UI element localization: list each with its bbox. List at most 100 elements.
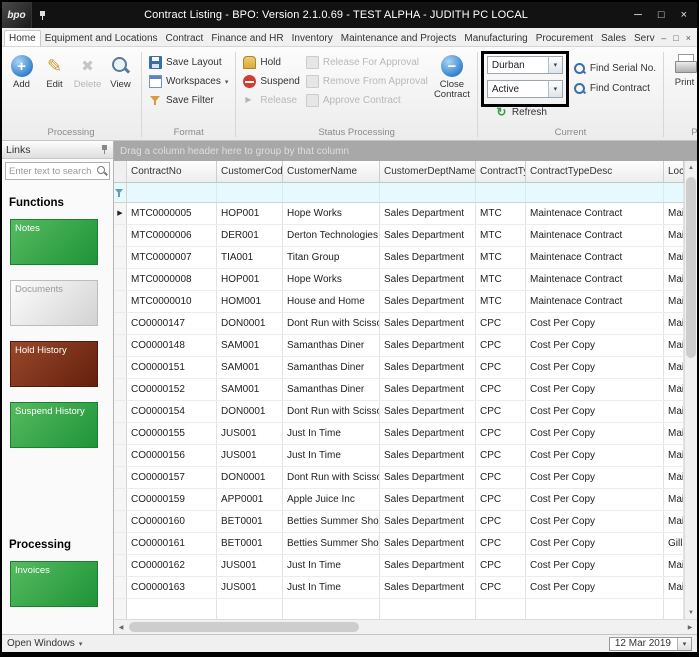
table-row[interactable]: CO0000159APP0001Apple Juice IncSales Dep…	[114, 489, 684, 511]
find-contract-button[interactable]: Find Contract	[570, 80, 659, 97]
tab-sales[interactable]: Sales	[597, 31, 630, 46]
column-header-contractno[interactable]: ContractNo	[127, 161, 217, 182]
table-row[interactable]: CO0000154DON0001Dont Run with ScissorsSa…	[114, 401, 684, 423]
chevron-down-icon[interactable]: ▾	[548, 57, 562, 73]
search-input[interactable]	[6, 166, 95, 177]
view-button[interactable]: View	[104, 51, 137, 126]
tab-procurement[interactable]: Procurement	[532, 31, 597, 46]
column-header-locatio[interactable]: Locatio	[664, 161, 684, 182]
scroll-down-icon[interactable]: ▼	[685, 606, 697, 619]
cell-customername: Just In Time	[283, 555, 380, 576]
ribbon-group-processing-label: Processing	[5, 126, 137, 140]
approve-contract-button[interactable]: Approve Contract	[303, 92, 431, 109]
print-button[interactable]: Print	[668, 51, 697, 126]
tab-finance-and-hr[interactable]: Finance and HR	[207, 31, 287, 46]
add-button-label: Add	[13, 80, 30, 90]
vertical-scrollbar[interactable]: ▲ ▼	[684, 161, 697, 619]
column-header-customername[interactable]: CustomerName	[283, 161, 380, 182]
table-row[interactable]: CO0000151SAM001Samanthas DinerSales Depa…	[114, 357, 684, 379]
search-icon[interactable]	[95, 164, 109, 178]
tab-service[interactable]: Service	[630, 31, 655, 46]
chevron-down-icon[interactable]: ▾	[677, 638, 691, 650]
tab-equipment-and-locations[interactable]: Equipment and Locations	[41, 31, 162, 46]
table-row[interactable]: CO0000152SAM001Samanthas DinerSales Depa…	[114, 379, 684, 401]
cell-locatio: Mai	[664, 445, 684, 466]
table-row[interactable]: CO0000163JUS001Just In TimeSales Departm…	[114, 577, 684, 599]
tab-inventory[interactable]: Inventory	[288, 31, 337, 46]
group-by-bar[interactable]: Drag a column header here to group by th…	[114, 141, 697, 161]
tab-home[interactable]: Home	[4, 30, 41, 46]
child-minimize-button[interactable]: –	[661, 33, 666, 43]
table-row[interactable]: CO0000147DON0001Dont Run with ScissorsSa…	[114, 313, 684, 335]
horizontal-scroll-thumb[interactable]	[129, 622, 359, 632]
remove-from-approval-button[interactable]: Remove From Approval	[303, 73, 431, 90]
date-picker[interactable]: 12 Mar 2019 ▾	[609, 637, 692, 651]
sidebar-item-notes[interactable]: Notes	[10, 219, 98, 265]
sidebar-item-invoices[interactable]: Invoices	[10, 561, 98, 607]
scroll-left-icon[interactable]: ◀	[114, 624, 128, 631]
add-button[interactable]: Add	[5, 51, 38, 126]
minimize-button[interactable]: ─	[634, 9, 642, 21]
column-header-contracttype[interactable]: ContractType	[476, 161, 526, 182]
table-row[interactable]: MTC0000007TIA001Titan GroupSales Departm…	[114, 247, 684, 269]
table-row[interactable]: CO0000155JUS001Just In TimeSales Departm…	[114, 423, 684, 445]
cell-locatio: Mai	[664, 511, 684, 532]
open-windows-button[interactable]: Open Windows ▾	[7, 638, 82, 649]
workspaces-button[interactable]: Workspaces ▾	[146, 73, 231, 90]
close-button[interactable]: ×	[681, 9, 687, 21]
refresh-button[interactable]: ↻ Refresh	[487, 104, 570, 121]
maximize-button[interactable]: □	[658, 9, 665, 21]
vertical-scroll-thumb[interactable]	[686, 177, 696, 358]
filter-cell-contractno[interactable]	[127, 183, 217, 202]
delete-button[interactable]: Delete	[71, 51, 104, 126]
tab-manufacturing[interactable]: Manufacturing	[460, 31, 531, 46]
sidebar-item-suspend-history[interactable]: Suspend History	[10, 402, 98, 448]
save-layout-button[interactable]: Save Layout	[146, 54, 231, 71]
table-row[interactable]: MTC0000010HOM001House and HomeSales Depa…	[114, 291, 684, 313]
cell-contracttype: CPC	[476, 533, 526, 554]
scroll-up-icon[interactable]: ▲	[685, 161, 697, 174]
filter-cell-customerdeptname[interactable]	[380, 183, 476, 202]
child-restore-button[interactable]: □	[673, 33, 678, 43]
column-header-customercode[interactable]: CustomerCode	[217, 161, 283, 182]
table-row[interactable]: CO0000160BET0001Betties Summer Shop at t…	[114, 511, 684, 533]
filter-cell-locatio[interactable]	[664, 183, 684, 202]
horizontal-scrollbar[interactable]: ◀ ▶	[114, 619, 697, 634]
column-header-contracttypedesc[interactable]: ContractTypeDesc	[526, 161, 664, 182]
child-close-button[interactable]: ×	[686, 33, 691, 43]
hold-button[interactable]: Hold	[240, 54, 302, 71]
table-row[interactable]: CO0000148SAM001Samanthas DinerSales Depa…	[114, 335, 684, 357]
horizontal-scroll-track[interactable]	[128, 620, 683, 634]
table-row[interactable]: ▶MTC0000005HOP001Hope WorksSales Departm…	[114, 203, 684, 225]
table-row[interactable]: MTC0000008HOP001Hope WorksSales Departme…	[114, 269, 684, 291]
release-for-approval-button[interactable]: Release For Approval	[303, 54, 431, 71]
save-filter-button[interactable]: Save Filter	[146, 92, 231, 109]
table-row[interactable]: CO0000156JUS001Just In TimeSales Departm…	[114, 445, 684, 467]
column-header-customerdeptname[interactable]: CustomerDeptName	[380, 161, 476, 182]
filter-cell-contracttype[interactable]	[476, 183, 526, 202]
suspend-button[interactable]: Suspend	[240, 73, 302, 90]
pin-icon[interactable]	[38, 9, 48, 21]
filter-cell-contracttypedesc[interactable]	[526, 183, 664, 202]
table-row[interactable]: CO0000162JUS001Just In TimeSales Departm…	[114, 555, 684, 577]
table-row[interactable]: CO0000157DON0001Dont Run with ScissorsSa…	[114, 467, 684, 489]
tab-contract[interactable]: Contract	[162, 31, 208, 46]
close-contract-button[interactable]: Close Contract	[431, 51, 473, 126]
table-row[interactable]: CO0000161BET0001Betties Summer Shop at t…	[114, 533, 684, 555]
release-button[interactable]: Release	[240, 92, 302, 109]
cell-customerdeptname: Sales Department	[380, 511, 476, 532]
filter-cell-customercode[interactable]	[217, 183, 283, 202]
sidebar-item-documents[interactable]: Documents	[10, 280, 98, 326]
scroll-right-icon[interactable]: ▶	[683, 624, 697, 631]
filter-cell-customername[interactable]	[283, 183, 380, 202]
edit-button[interactable]: Edit	[38, 51, 71, 126]
site-dropdown[interactable]: Durban ▾	[487, 56, 563, 74]
status-dropdown[interactable]: Active ▾	[487, 80, 563, 98]
find-serial-no-button[interactable]: Find Serial No.	[570, 60, 659, 77]
pin-icon[interactable]	[100, 144, 109, 155]
tab-maintenance-and-projects[interactable]: Maintenance and Projects	[337, 31, 461, 46]
vertical-scroll-track[interactable]	[685, 174, 697, 606]
chevron-down-icon[interactable]: ▾	[548, 81, 562, 97]
sidebar-item-hold-history[interactable]: Hold History	[10, 341, 98, 387]
table-row[interactable]: MTC0000006DER001Derton TechnologiesSales…	[114, 225, 684, 247]
